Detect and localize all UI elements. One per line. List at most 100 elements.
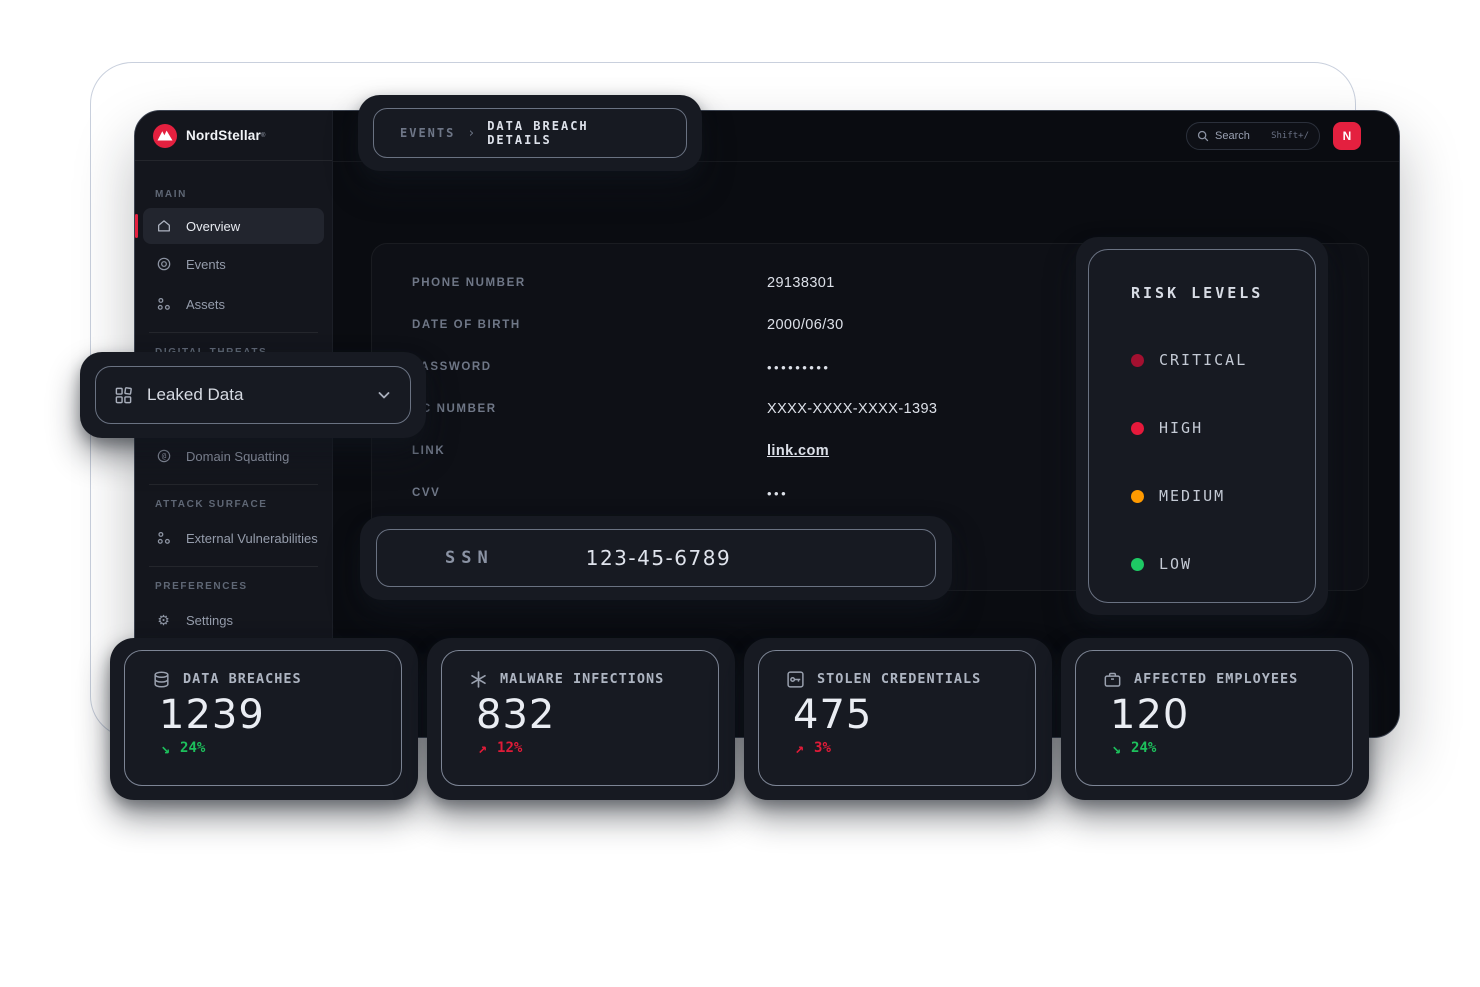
risk-levels-title: RISK LEVELS xyxy=(1131,284,1315,302)
sidebar-item-leaked-data[interactable]: Leaked Data xyxy=(95,366,411,424)
stat-label: STOLEN CREDENTIALS xyxy=(817,671,981,687)
stat-value: 475 xyxy=(793,693,1035,737)
sidebar-item-events[interactable]: Events xyxy=(135,244,332,284)
ssn-label: SSN xyxy=(445,548,494,568)
stat-trend: ↗ 3% xyxy=(795,739,1035,757)
stat-card-inner: DATA BREACHES 1239 ↘ 24% xyxy=(124,650,402,786)
risk-item-critical: CRITICAL xyxy=(1131,326,1315,394)
search-placeholder: Search xyxy=(1215,130,1271,142)
breadcrumb-events[interactable]: EVENTS xyxy=(400,126,455,140)
sidebar-divider xyxy=(149,484,318,485)
nav-section-attack-surface: ATTACK SURFACE xyxy=(155,499,332,510)
leaked-data-callout[interactable]: Leaked Data xyxy=(80,352,426,438)
nav-section-preferences: PREFERENCES xyxy=(155,581,332,592)
sidebar-item-label: Domain Squatting xyxy=(186,449,289,464)
breadcrumb: EVENTS › DATA BREACH DETAILS xyxy=(373,108,687,158)
domain-icon: @ xyxy=(155,448,172,465)
nodes-icon xyxy=(155,530,172,547)
sidebar-item-overview[interactable]: Overview xyxy=(143,208,324,244)
stat-card-data-breaches: DATA BREACHES 1239 ↘ 24% xyxy=(110,638,418,800)
trend-value: 24% xyxy=(1131,740,1156,756)
trend-up-icon: ↗ xyxy=(478,739,487,757)
database-icon xyxy=(151,669,171,689)
gear-icon: ⚙ xyxy=(155,612,172,629)
ssn-value: 123-45-6789 xyxy=(586,546,731,570)
sidebar-item-label: Events xyxy=(186,257,226,272)
field-value-masked: ••• xyxy=(767,486,788,501)
briefcase-icon xyxy=(1102,669,1122,689)
trend-up-icon: ↗ xyxy=(795,739,804,757)
stat-value: 832 xyxy=(476,693,718,737)
stat-label: DATA BREACHES xyxy=(183,671,302,687)
search-shortcut: Shift+/ xyxy=(1271,131,1309,141)
logo[interactable]: NordStellar ® xyxy=(135,111,332,161)
breadcrumb-current-page: DATA BREACH DETAILS xyxy=(487,119,660,147)
search-icon xyxy=(1197,130,1209,142)
sidebar-item-label: Overview xyxy=(186,219,240,234)
risk-item-medium: MEDIUM xyxy=(1131,462,1315,530)
field-label: DATE OF BIRTH xyxy=(412,319,767,331)
brand-trademark: ® xyxy=(261,133,265,139)
high-dot-icon xyxy=(1131,422,1144,435)
leaked-data-label: Leaked Data xyxy=(147,385,376,405)
sidebar-divider xyxy=(149,566,318,567)
risk-item-low: LOW xyxy=(1131,530,1315,598)
stat-trend: ↗ 12% xyxy=(478,739,718,757)
trend-value: 3% xyxy=(814,740,831,756)
stat-label: AFFECTED EMPLOYEES xyxy=(1134,671,1298,687)
sidebar-item-domain-squatting[interactable]: @ Domain Squatting xyxy=(135,436,332,476)
asterisk-icon xyxy=(468,669,488,689)
risk-item-high: HIGH xyxy=(1131,394,1315,462)
stat-trend: ↘ 24% xyxy=(1112,739,1352,757)
credentials-icon xyxy=(785,669,805,689)
medium-dot-icon xyxy=(1131,490,1144,503)
chevron-right-icon: › xyxy=(467,126,475,141)
risk-label: MEDIUM xyxy=(1159,487,1225,505)
svg-text:@: @ xyxy=(161,452,166,461)
page: NordStellar ® MAIN Overview xyxy=(0,0,1480,987)
sidebar-item-label: Settings xyxy=(186,613,233,628)
sidebar-item-label: External Vulnerabilities xyxy=(186,531,318,546)
trend-value: 24% xyxy=(180,740,205,756)
field-value: XXXX-XXXX-XXXX-1393 xyxy=(767,401,937,417)
risk-label: CRITICAL xyxy=(1159,351,1247,369)
sidebar-item-label: Assets xyxy=(186,297,225,312)
nav-section-main: MAIN xyxy=(155,189,332,200)
ssn-callout: SSN 123-45-6789 xyxy=(360,516,952,600)
field-label: PASSWORD xyxy=(412,361,767,373)
stat-card-inner: MALWARE INFECTIONS 832 ↗ 12% xyxy=(441,650,719,786)
sidebar-divider xyxy=(149,332,318,333)
stat-card-malware-infections: MALWARE INFECTIONS 832 ↗ 12% xyxy=(427,638,735,800)
stat-value: 120 xyxy=(1110,693,1352,737)
risk-label: HIGH xyxy=(1159,419,1203,437)
critical-dot-icon xyxy=(1131,354,1144,367)
user-avatar[interactable]: N xyxy=(1333,122,1361,150)
stat-card-stolen-credentials: STOLEN CREDENTIALS 475 ↗ 3% xyxy=(744,638,1052,800)
assets-icon xyxy=(155,296,172,313)
stat-card-affected-employees: AFFECTED EMPLOYEES 120 ↘ 24% xyxy=(1061,638,1369,800)
sidebar-item-settings[interactable]: ⚙ Settings xyxy=(135,600,332,640)
home-icon xyxy=(155,218,172,235)
stat-trend: ↘ 24% xyxy=(161,739,401,757)
trend-value: 12% xyxy=(497,740,522,756)
sidebar-item-assets[interactable]: Assets xyxy=(135,284,332,324)
breadcrumb-callout: EVENTS › DATA BREACH DETAILS xyxy=(358,95,702,171)
brand-name: NordStellar xyxy=(186,128,261,143)
field-value-masked: ••••••••• xyxy=(767,360,830,375)
sidebar-item-external-vulnerabilities[interactable]: External Vulnerabilities xyxy=(135,518,332,558)
search-input[interactable]: Search Shift+/ xyxy=(1186,122,1320,150)
field-value: 29138301 xyxy=(767,275,835,291)
stat-card-inner: STOLEN CREDENTIALS 475 ↗ 3% xyxy=(758,650,1036,786)
risk-levels-callout: RISK LEVELS CRITICAL HIGH MEDIUM LOW xyxy=(1076,237,1328,615)
field-value-link[interactable]: link.com xyxy=(767,443,829,459)
field-value: 2000/06/30 xyxy=(767,317,844,333)
trend-down-icon: ↘ xyxy=(161,739,170,757)
ssn-row: SSN 123-45-6789 xyxy=(376,529,936,587)
field-label: LINK xyxy=(412,445,767,457)
risk-label: LOW xyxy=(1159,555,1192,573)
field-label: CC NUMBER xyxy=(412,403,767,415)
stat-value: 1239 xyxy=(159,693,401,737)
events-icon xyxy=(155,256,172,273)
trend-down-icon: ↘ xyxy=(1112,739,1121,757)
low-dot-icon xyxy=(1131,558,1144,571)
